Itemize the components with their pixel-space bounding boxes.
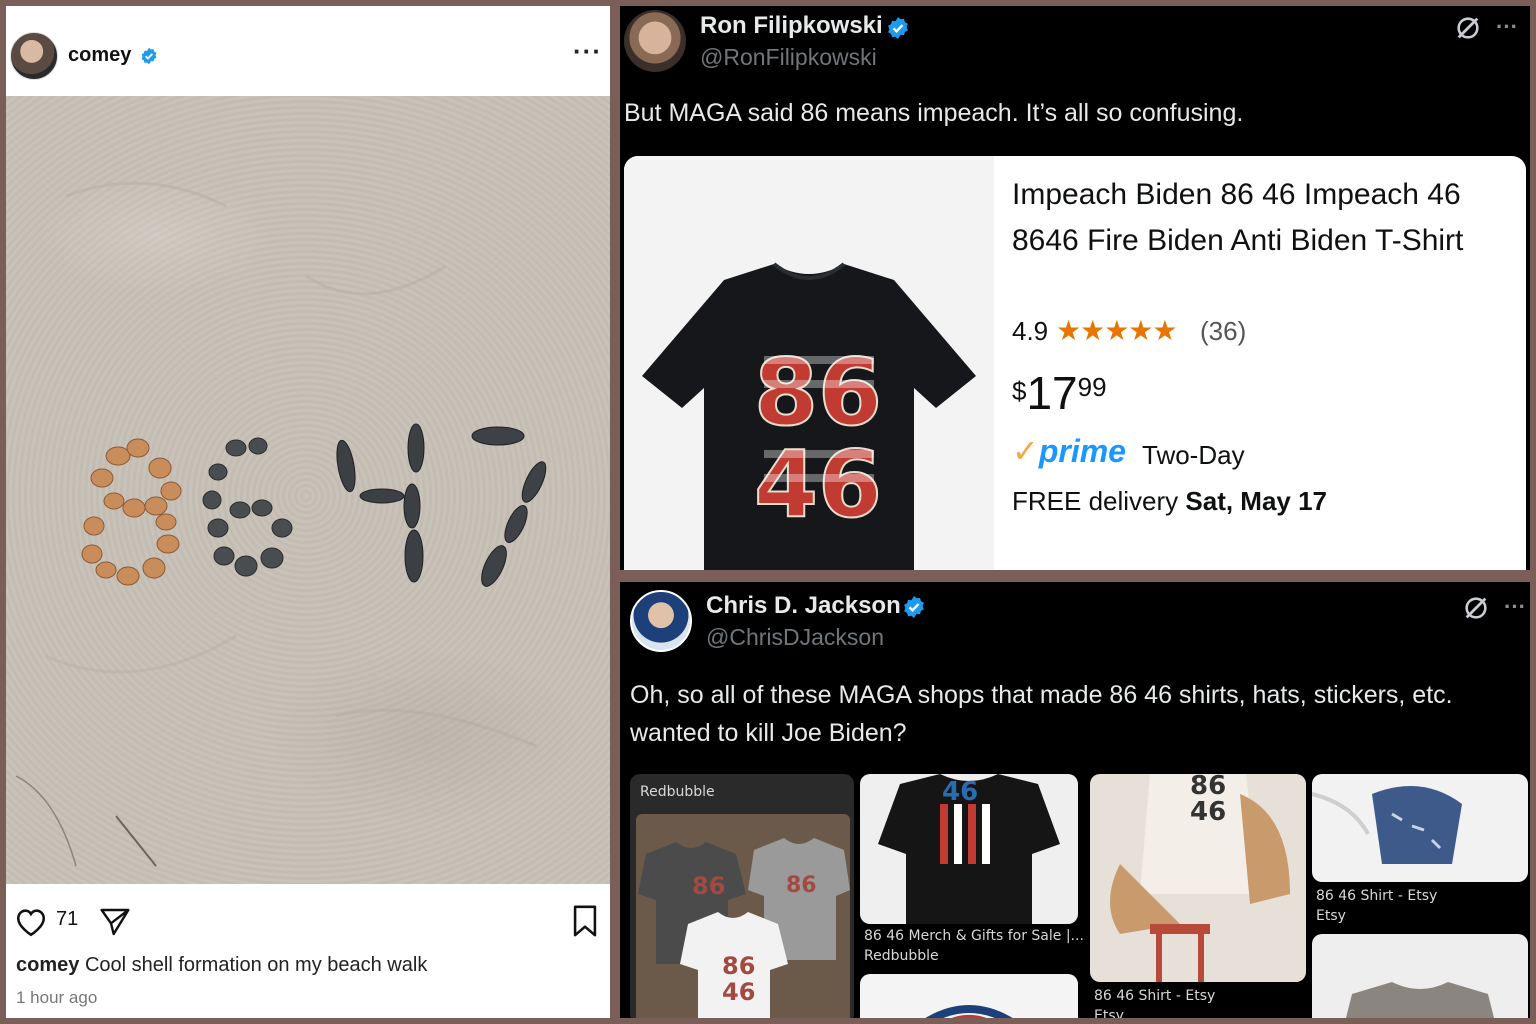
shipping-speed: Two-Day <box>1142 440 1245 470</box>
search-result-shirt[interactable] <box>1312 934 1528 1018</box>
heart-icon[interactable] <box>14 906 48 938</box>
shirt-text-bottom: 46 <box>1190 797 1226 827</box>
like-count: 71 <box>56 908 79 930</box>
result-caption[interactable]: 86 46 Merch & Gifts for Sale |... <box>864 928 1084 944</box>
result-source: Etsy <box>1316 908 1346 924</box>
rating-stars-icon: ★★★★★ <box>1056 315 1178 346</box>
tweet-chris-d-jackson: Chris D. Jackson @ChrisDJackson ··· Oh, … <box>620 582 1530 1018</box>
grok-icon[interactable] <box>1462 594 1490 622</box>
price: $1799 <box>1012 366 1107 420</box>
handle[interactable]: @RonFilipkowski <box>700 44 877 71</box>
shirt-text-top-2: 86 <box>786 873 817 898</box>
caption: comey Cool shell formation on my beach w… <box>16 954 427 977</box>
post-actions <box>6 890 610 950</box>
avatar[interactable] <box>630 590 692 652</box>
tweet-text: Oh, so all of these MAGA shops that made… <box>630 681 1453 747</box>
price-fraction: 99 <box>1077 372 1107 402</box>
prime-badge: ✓prime <box>1012 432 1126 470</box>
more-icon[interactable]: ··· <box>1504 594 1526 620</box>
product-image: 86 46 <box>624 156 994 570</box>
handle[interactable]: @ChrisDJackson <box>706 624 884 651</box>
amazon-product-card[interactable]: 86 46 Impeach Biden 86 46 Impeach 46 864… <box>624 156 1526 570</box>
result-caption[interactable]: 86 46 Shirt - Etsy <box>1316 888 1437 904</box>
result-caption[interactable]: 86 46 Shirt - Etsy <box>1094 988 1215 1004</box>
grok-icon[interactable] <box>1454 14 1482 42</box>
review-count[interactable]: (36) <box>1200 316 1246 347</box>
tweet-ron-filipkowski: Ron Filipkowski @RonFilipkowski ··· But … <box>620 6 1530 570</box>
price-currency: $ <box>1012 376 1027 406</box>
result-source: Redbubble <box>864 948 939 964</box>
delivery-date: Sat, May 17 <box>1185 486 1328 516</box>
shirt-text-top: 46 <box>942 777 978 807</box>
delivery-info: FREE delivery Sat, May 17 <box>1012 486 1327 517</box>
product-title[interactable]: Impeach Biden 86 46 Impeach 46 8646 Fire… <box>1012 172 1512 264</box>
verified-badge-icon <box>888 17 908 39</box>
more-icon[interactable]: ··· <box>1496 14 1518 40</box>
search-result-redbubble[interactable]: Redbubble 86 86 86 46 <box>630 774 854 1018</box>
share-icon[interactable] <box>98 906 132 938</box>
search-result-redbubble-2[interactable]: 46 <box>860 774 1078 924</box>
beach-photo <box>6 96 610 884</box>
result-caption: Redbubble <box>640 784 715 800</box>
result-source: Etsy <box>1094 1008 1124 1018</box>
prime-check-icon: ✓ <box>1012 433 1039 469</box>
shirt-text-top: 86 <box>754 339 882 446</box>
shirt-text-top: 86 <box>692 872 725 900</box>
search-result-etsy[interactable]: 86 46 <box>1090 774 1306 982</box>
verified-badge-icon <box>904 596 924 618</box>
delivery-prefix: FREE delivery <box>1012 486 1179 516</box>
shirt-text-bottom: 46 <box>722 978 755 1006</box>
prime-label: prime <box>1038 433 1126 469</box>
caption-username[interactable]: comey <box>16 954 79 976</box>
post-timestamp: 1 hour ago <box>16 988 98 1007</box>
tweet-text: But MAGA said 86 means impeach. It’s all… <box>624 99 1244 127</box>
more-icon[interactable]: ··· <box>573 36 602 67</box>
display-name[interactable]: Ron Filipkowski <box>700 12 883 40</box>
search-result-sticker[interactable] <box>860 974 1078 1018</box>
shirt-text-bottom: 46 <box>754 431 882 538</box>
rating-value: 4.9 <box>1012 316 1049 346</box>
search-result-etsy-2[interactable] <box>1312 774 1528 882</box>
shirt-text-top-3: 86 <box>722 952 755 980</box>
display-name[interactable]: Chris D. Jackson <box>706 592 901 620</box>
verified-badge-icon <box>141 47 157 65</box>
avatar[interactable] <box>10 32 58 80</box>
post-header: comey ··· <box>6 6 610 94</box>
price-whole: 17 <box>1026 367 1078 419</box>
caption-text: Cool shell formation on my beach walk <box>84 954 428 976</box>
instagram-post: comey ··· 71 comey Cool shell formation … <box>6 6 610 1018</box>
username[interactable]: comey <box>68 44 131 67</box>
bookmark-icon[interactable] <box>570 904 600 938</box>
avatar[interactable] <box>624 10 686 72</box>
